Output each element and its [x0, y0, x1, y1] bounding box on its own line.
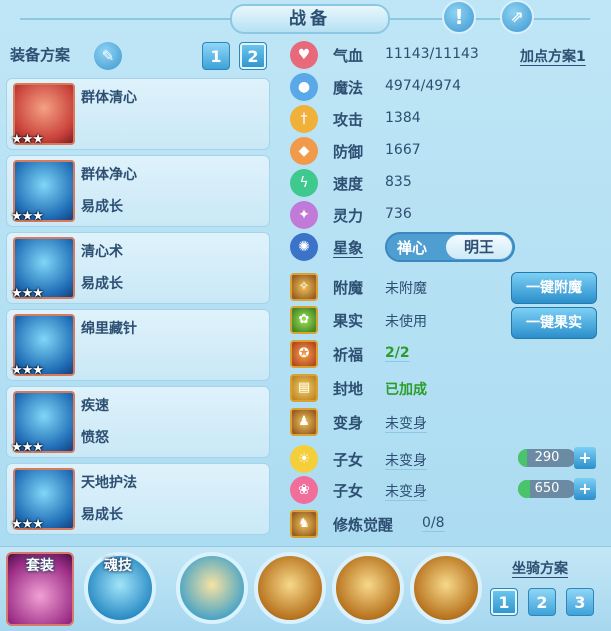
buff-label: 祈福 [333, 346, 364, 364]
child-pink-icon: ❀ [290, 476, 318, 504]
skill-card-1[interactable]: ★★★ 群体清心 [6, 78, 270, 150]
star-rating: ★★★ [11, 209, 44, 224]
stat-label: 气血 [333, 47, 364, 65]
skill-trait: 易成长 [81, 199, 123, 215]
set-label: 套装 [26, 558, 54, 574]
buff-value[interactable]: 未变身 [385, 450, 427, 470]
mount-tab-1[interactable]: 1 [490, 588, 518, 616]
mana-icon: ● [290, 73, 318, 101]
stat-label: 魔法 [333, 79, 364, 97]
stat-value: 1667 [385, 142, 421, 158]
soul-skill-label: 魂技 [104, 558, 132, 574]
buff-label: 变身 [333, 414, 364, 432]
buff-value: 未使用 [385, 314, 427, 330]
skill-card-6[interactable]: ★★★ 天地护法 易成长 [6, 463, 270, 535]
skill-name: 群体清心 [81, 90, 137, 106]
stat-value: 1384 [385, 110, 421, 126]
header-line-right [390, 18, 590, 20]
exclamation-icon[interactable]: ! [442, 0, 476, 34]
buff-label: 子女 [333, 451, 364, 469]
header-line-left [20, 18, 230, 20]
slot-button-4[interactable] [410, 552, 482, 624]
buff-value[interactable]: 未变身 [385, 481, 427, 501]
skill-trait: 易成长 [81, 276, 123, 292]
star-rating: ★★★ [11, 132, 44, 147]
stat-value: 11143/11143 [385, 46, 479, 62]
fief-icon: ▤ [290, 374, 318, 402]
lightning-icon: ϟ [290, 169, 318, 197]
star-option-mingwang[interactable]: 明王 [446, 235, 512, 259]
slot-button-3[interactable] [332, 552, 404, 624]
skill-trait: 愤怒 [81, 430, 109, 446]
shield-icon: ◆ [290, 137, 318, 165]
blessing-icon: ✪ [290, 340, 318, 368]
page-title: 战备 [230, 4, 390, 34]
skill-name: 群体净心 [81, 167, 137, 183]
star-option-chanxin[interactable]: 禅心 [397, 237, 427, 258]
child-2-plus-button[interactable]: + [574, 478, 596, 500]
star-sign-label: 星象 [333, 239, 364, 257]
buff-value[interactable]: 未变身 [385, 413, 427, 433]
buff-label: 果实 [333, 312, 364, 330]
buff-value: 已加成 [385, 382, 427, 398]
share-icon[interactable]: ⇗ [500, 0, 534, 34]
equipment-tab-2[interactable]: 2 [239, 42, 267, 70]
buff-value: 2/2 [385, 345, 410, 361]
child-2-stepper[interactable]: 650 + [518, 478, 596, 500]
buff-label: 附魔 [333, 279, 364, 297]
stat-value: 4974/4974 [385, 78, 461, 94]
slot-button-2[interactable] [254, 552, 326, 624]
one-click-enchant-button[interactable]: 一键附魔 [511, 272, 597, 304]
child-1-value: 290 [534, 450, 560, 465]
buff-label: 子女 [333, 482, 364, 500]
heart-icon: ♥ [290, 41, 318, 69]
awaken-icon: ♞ [290, 510, 318, 538]
spirit-icon: ✦ [290, 201, 318, 229]
star-sign-toggle[interactable]: 禅心 明王 [385, 232, 515, 262]
skill-card-2[interactable]: ★★★ 群体净心 易成长 [6, 155, 270, 227]
skill-name: 绵里藏针 [81, 321, 137, 337]
skill-card-5[interactable]: ★★★ 疾速 愤怒 [6, 386, 270, 458]
star-rating: ★★★ [11, 517, 44, 532]
equipment-tab-1[interactable]: 1 [202, 42, 230, 70]
fruit-icon: ✿ [290, 306, 318, 334]
equipment-scheme-label: 装备方案 [10, 46, 71, 64]
stat-value: 835 [385, 174, 412, 190]
mount-tab-2[interactable]: 2 [528, 588, 556, 616]
skill-card-3[interactable]: ★★★ 清心术 易成长 [6, 232, 270, 304]
star-rating: ★★★ [11, 286, 44, 301]
buff-value: 未附魔 [385, 281, 427, 297]
child-2-value: 650 [534, 481, 560, 496]
child-sun-icon: ☀ [290, 445, 318, 473]
child-1-stepper[interactable]: 290 + [518, 447, 596, 469]
mount-scheme-label[interactable]: 坐骑方案 [512, 558, 568, 578]
sword-icon: † [290, 105, 318, 133]
buff-label: 修炼觉醒 [333, 516, 394, 534]
stat-label: 灵力 [333, 207, 364, 225]
pencil-icon[interactable]: ✎ [94, 42, 122, 70]
slot-button-1[interactable] [176, 552, 248, 624]
stat-value: 736 [385, 206, 412, 222]
skill-name: 疾速 [81, 398, 109, 414]
skill-card-4[interactable]: ★★★ 绵里藏针 [6, 309, 270, 381]
star-rating: ★★★ [11, 363, 44, 378]
stat-label: 防御 [333, 143, 364, 161]
skill-name: 清心术 [81, 244, 123, 260]
skill-name: 天地护法 [81, 475, 137, 491]
star-sign-icon: ✺ [290, 233, 318, 261]
child-1-plus-button[interactable]: + [574, 447, 596, 469]
transform-icon: ♟ [290, 408, 318, 436]
enchant-icon: ✧ [290, 273, 318, 301]
mount-tab-3[interactable]: 3 [566, 588, 594, 616]
stat-label: 速度 [333, 175, 364, 193]
buff-label: 封地 [333, 380, 364, 398]
buff-value[interactable]: 0/8 [422, 515, 445, 531]
skill-trait: 易成长 [81, 507, 123, 523]
stat-label: 攻击 [333, 111, 364, 129]
star-rating: ★★★ [11, 440, 44, 455]
attribute-plan-link[interactable]: 加点方案1 [520, 46, 586, 66]
one-click-fruit-button[interactable]: 一键果实 [511, 307, 597, 339]
